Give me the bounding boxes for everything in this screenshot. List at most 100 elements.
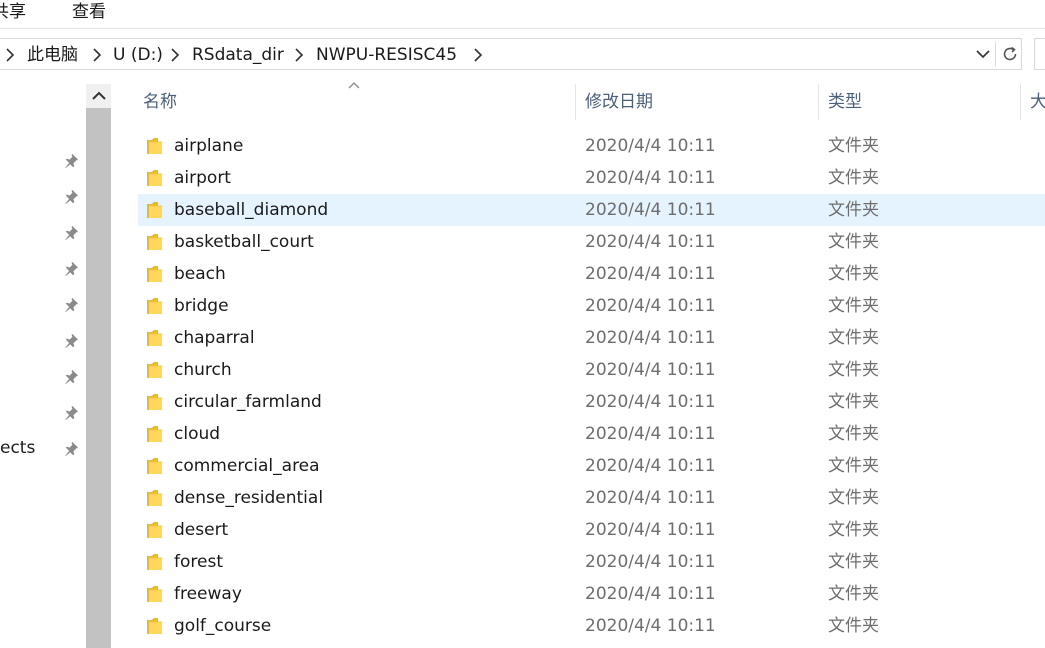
file-type: 文件夹 <box>828 584 879 604</box>
column-header-name[interactable]: 名称 <box>143 84 177 120</box>
folder-icon <box>146 168 163 188</box>
file-name: chaparral <box>174 328 255 348</box>
column-header-date[interactable]: 修改日期 <box>585 84 653 120</box>
file-name: beach <box>174 264 226 284</box>
file-name: cloud <box>174 424 221 444</box>
folder-icon <box>146 232 163 252</box>
table-row[interactable]: desert 2020/4/4 10:11 文件夹 <box>138 514 1045 546</box>
file-modified-date: 2020/4/4 10:11 <box>585 392 716 412</box>
ribbon-tab-share[interactable]: 共享 <box>0 0 26 24</box>
file-modified-date: 2020/4/4 10:11 <box>585 136 716 156</box>
file-modified-date: 2020/4/4 10:11 <box>585 360 716 380</box>
pin-icon[interactable] <box>63 296 79 312</box>
folder-icon <box>146 616 163 636</box>
pin-icon[interactable] <box>63 404 79 420</box>
file-modified-date: 2020/4/4 10:11 <box>585 232 716 252</box>
table-row[interactable]: circular_farmland 2020/4/4 10:11 文件夹 <box>138 386 1045 418</box>
nav-item-label[interactable]: ects <box>0 438 35 458</box>
table-row[interactable]: church 2020/4/4 10:11 文件夹 <box>138 354 1045 386</box>
pin-icon[interactable] <box>63 152 79 168</box>
table-row[interactable]: beach 2020/4/4 10:11 文件夹 <box>138 258 1045 290</box>
file-type: 文件夹 <box>828 296 879 316</box>
scroll-up-arrow-icon <box>91 91 106 100</box>
pin-icon[interactable] <box>63 188 79 204</box>
file-name: freeway <box>174 584 242 604</box>
folder-icon <box>146 360 163 380</box>
table-row[interactable]: freeway 2020/4/4 10:11 文件夹 <box>138 578 1045 610</box>
table-row[interactable]: cloud 2020/4/4 10:11 文件夹 <box>138 418 1045 450</box>
table-row[interactable]: chaparral 2020/4/4 10:11 文件夹 <box>138 322 1045 354</box>
file-type: 文件夹 <box>828 232 879 252</box>
file-name: circular_farmland <box>174 392 322 412</box>
folder-icon <box>146 584 163 604</box>
column-divider[interactable] <box>575 84 576 120</box>
file-name: desert <box>174 520 229 540</box>
file-name: bridge <box>174 296 229 316</box>
folder-icon <box>146 136 163 156</box>
file-modified-date: 2020/4/4 10:11 <box>585 200 716 220</box>
search-box-edge[interactable] <box>1034 38 1045 70</box>
file-name: airport <box>174 168 231 188</box>
table-row[interactable]: airplane 2020/4/4 10:11 文件夹 <box>138 130 1045 162</box>
folder-icon <box>146 200 163 220</box>
file-modified-date: 2020/4/4 10:11 <box>585 616 716 636</box>
file-name: commercial_area <box>174 456 320 476</box>
table-row[interactable]: golf_course 2020/4/4 10:11 文件夹 <box>138 610 1045 642</box>
address-divider <box>995 42 996 66</box>
file-type: 文件夹 <box>828 424 879 444</box>
table-row[interactable]: dense_residential 2020/4/4 10:11 文件夹 <box>138 482 1045 514</box>
table-row[interactable]: baseball_diamond 2020/4/4 10:11 文件夹 <box>138 194 1045 226</box>
column-header-size[interactable]: 大 <box>1030 84 1045 120</box>
column-divider[interactable] <box>818 84 819 120</box>
column-header-type[interactable]: 类型 <box>828 84 862 120</box>
file-name: dense_residential <box>174 488 324 508</box>
folder-icon <box>146 392 163 412</box>
nav-scrollbar-thumb[interactable] <box>86 108 111 648</box>
chevron-right-icon[interactable] <box>4 39 16 71</box>
file-modified-date: 2020/4/4 10:11 <box>585 552 716 572</box>
breadcrumb-this-pc[interactable]: 此电脑 <box>27 39 78 71</box>
chevron-right-icon[interactable] <box>472 39 484 71</box>
table-row[interactable]: airport 2020/4/4 10:11 文件夹 <box>138 162 1045 194</box>
chevron-down-icon <box>976 50 990 59</box>
table-row[interactable]: bridge 2020/4/4 10:11 文件夹 <box>138 290 1045 322</box>
ribbon-bar: 共享 查看 <box>0 0 1045 28</box>
file-type: 文件夹 <box>828 200 879 220</box>
file-type: 文件夹 <box>828 392 879 412</box>
refresh-button[interactable] <box>998 39 1022 69</box>
folder-icon <box>146 264 163 284</box>
address-bar[interactable]: 此电脑 U (D:) RSdata_dir NWPU-RESISC45 <box>0 38 1022 70</box>
chevron-right-icon[interactable] <box>169 39 181 71</box>
chevron-right-icon[interactable] <box>293 39 305 71</box>
file-type: 文件夹 <box>828 168 879 188</box>
breadcrumb-rsdata-dir[interactable]: RSdata_dir <box>192 39 284 71</box>
table-row[interactable]: commercial_area 2020/4/4 10:11 文件夹 <box>138 450 1045 482</box>
file-type: 文件夹 <box>828 136 879 156</box>
folder-icon <box>146 328 163 348</box>
file-modified-date: 2020/4/4 10:11 <box>585 424 716 444</box>
scroll-up-button[interactable] <box>86 84 111 108</box>
sort-ascending-icon <box>348 82 360 89</box>
folder-icon <box>146 520 163 540</box>
table-row[interactable]: forest 2020/4/4 10:11 文件夹 <box>138 546 1045 578</box>
pin-icon[interactable] <box>63 224 79 240</box>
table-row[interactable]: basketball_court 2020/4/4 10:11 文件夹 <box>138 226 1045 258</box>
chevron-right-icon[interactable] <box>91 39 103 71</box>
address-dropdown-button[interactable] <box>972 39 994 69</box>
file-name: baseball_diamond <box>174 200 329 220</box>
pin-icon[interactable] <box>63 368 79 384</box>
pin-icon[interactable] <box>63 260 79 276</box>
file-type: 文件夹 <box>828 360 879 380</box>
pin-icon[interactable] <box>63 332 79 348</box>
ribbon-tab-view[interactable]: 查看 <box>72 0 106 24</box>
file-modified-date: 2020/4/4 10:11 <box>585 488 716 508</box>
column-divider[interactable] <box>1020 84 1021 120</box>
pin-icon[interactable] <box>63 440 79 456</box>
file-modified-date: 2020/4/4 10:11 <box>585 264 716 284</box>
file-type: 文件夹 <box>828 328 879 348</box>
file-modified-date: 2020/4/4 10:11 <box>585 520 716 540</box>
breadcrumb-nwpu-resisc45[interactable]: NWPU-RESISC45 <box>316 39 457 71</box>
file-type: 文件夹 <box>828 520 879 540</box>
breadcrumb-drive-d[interactable]: U (D:) <box>113 39 163 71</box>
ribbon-divider <box>0 28 1045 29</box>
